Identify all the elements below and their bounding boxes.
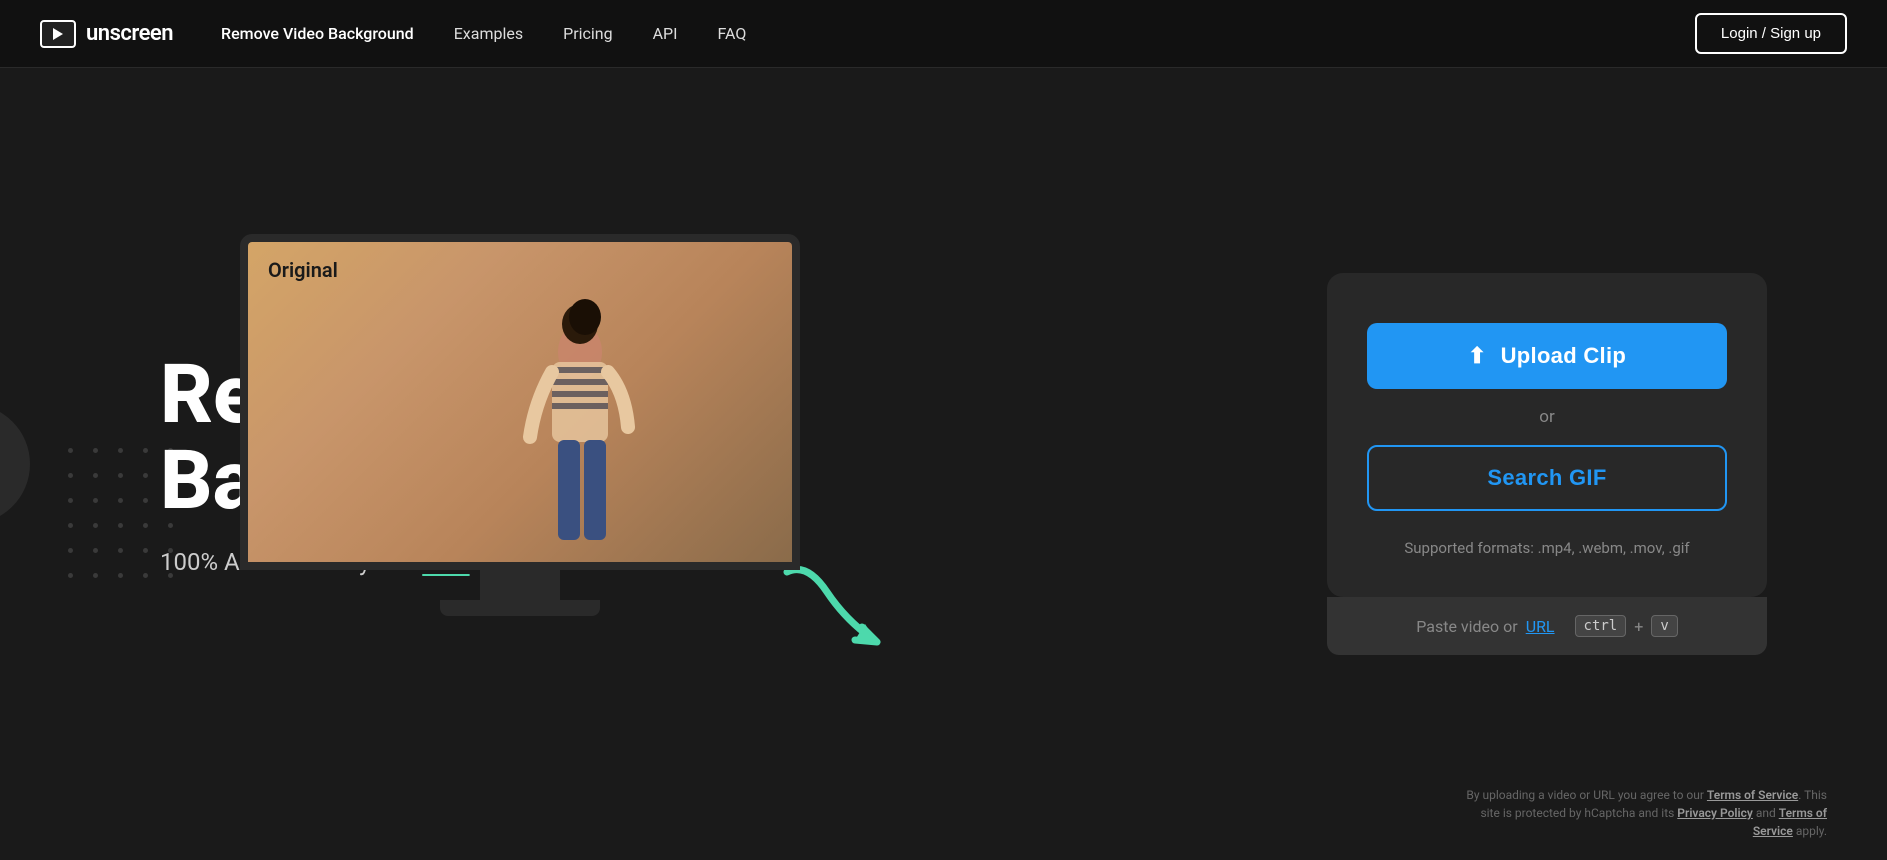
monitor-image: Original (248, 242, 792, 562)
monitor-stand (480, 570, 560, 600)
nav-links: Remove Video Background Examples Pricing… (221, 24, 746, 43)
kbd-v: v (1651, 615, 1677, 637)
dot (68, 448, 73, 453)
dot (143, 473, 148, 478)
dot (93, 523, 98, 528)
search-gif-button[interactable]: Search GIF (1367, 445, 1727, 511)
dot (68, 523, 73, 528)
half-circle-decoration (0, 404, 30, 524)
dot (143, 498, 148, 503)
kbd-ctrl: ctrl (1575, 615, 1627, 637)
nav-link-api[interactable]: API (653, 24, 678, 43)
dot (93, 498, 98, 503)
hero-content-left: Remove Video Background 100% Automatical… (160, 352, 1127, 576)
monitor-screen: Original (240, 234, 800, 570)
dot (118, 573, 123, 578)
login-button[interactable]: Login / Sign up (1695, 13, 1847, 54)
original-label: Original (268, 258, 338, 282)
logo-text: unscreen (86, 21, 173, 46)
nav-link-remove-video[interactable]: Remove Video Background (221, 24, 414, 43)
woman-figure (480, 272, 680, 562)
footer-text-4: apply. (1793, 824, 1827, 838)
dot (68, 473, 73, 478)
dots-decoration (68, 448, 173, 578)
dot (143, 523, 148, 528)
upload-icon: ⬆ (1468, 343, 1487, 369)
nav-left: unscreen Remove Video Background Example… (40, 20, 746, 48)
upload-clip-label: Upload Clip (1501, 343, 1627, 369)
nav-item-faq[interactable]: FAQ (717, 24, 746, 43)
or-divider: or (1539, 407, 1554, 427)
formats-text: Supported formats: .mp4, .webm, .mov, .g… (1404, 539, 1689, 557)
footer-legal: By uploading a video or URL you agree to… (1447, 786, 1827, 840)
dot (118, 498, 123, 503)
dot (93, 548, 98, 553)
dot (143, 573, 148, 578)
footer-text-1: By uploading a video or URL you agree to… (1466, 788, 1707, 802)
upload-panel: ⬆ Upload Clip or Search GIF Supported fo… (1327, 273, 1767, 597)
plus-sign: + (1634, 617, 1643, 636)
hero-section: Remove Video Background 100% Automatical… (0, 68, 1887, 860)
nav-link-examples[interactable]: Examples (454, 24, 523, 43)
paste-bar: Paste video or URL ctrl + v (1327, 597, 1767, 655)
dot (68, 498, 73, 503)
dot (93, 473, 98, 478)
nav-link-pricing[interactable]: Pricing (563, 24, 613, 43)
logo-icon (40, 20, 76, 48)
footer-text-3: and (1753, 806, 1779, 820)
nav-item-pricing[interactable]: Pricing (563, 24, 613, 43)
upload-clip-button[interactable]: ⬆ Upload Clip (1367, 323, 1727, 389)
dot (118, 523, 123, 528)
monitor-mockup: Original (240, 234, 800, 616)
dot (93, 573, 98, 578)
paste-url-link[interactable]: URL (1526, 617, 1555, 636)
hero-right-panel: ⬆ Upload Clip or Search GIF Supported fo… (1327, 273, 1767, 655)
dot (143, 548, 148, 553)
dot (68, 573, 73, 578)
dot (143, 448, 148, 453)
dot (68, 548, 73, 553)
paste-text: Paste video or (1416, 617, 1517, 636)
nav-link-faq[interactable]: FAQ (717, 24, 746, 43)
paste-text-space (1563, 617, 1567, 636)
nav-item-api[interactable]: API (653, 24, 678, 43)
logo[interactable]: unscreen (40, 20, 173, 48)
navbar: unscreen Remove Video Background Example… (0, 0, 1887, 68)
dot (118, 548, 123, 553)
footer-privacy-link[interactable]: Privacy Policy (1677, 806, 1753, 820)
nav-item-remove-video[interactable]: Remove Video Background (221, 24, 414, 43)
monitor-base (440, 600, 600, 616)
nav-item-examples[interactable]: Examples (454, 24, 523, 43)
dot (118, 448, 123, 453)
dot (93, 448, 98, 453)
dot (118, 473, 123, 478)
footer-tos-link[interactable]: Terms of Service (1707, 788, 1798, 802)
